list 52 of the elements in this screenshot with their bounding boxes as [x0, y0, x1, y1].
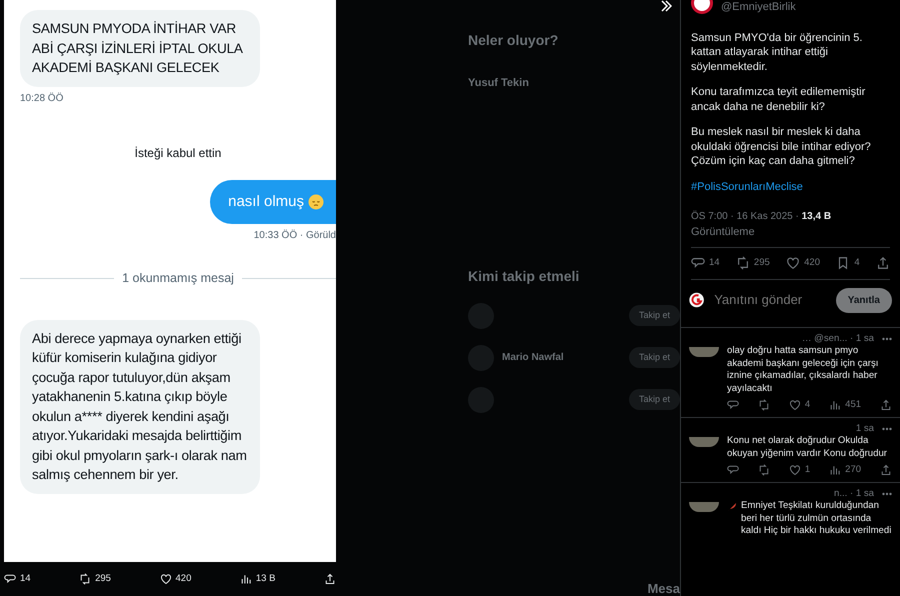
trend-name[interactable]: Yusuf Tekin [468, 75, 680, 92]
action-count: 420 [804, 256, 820, 270]
section-title: Neler oluyor? [468, 31, 560, 50]
avatar-photo-placeholder [689, 437, 719, 447]
account-name[interactable]: Mario Nawfal [502, 350, 621, 365]
share-icon[interactable] [324, 573, 336, 585]
account-handle[interactable]: @EmniyetBirlik [721, 0, 796, 14]
message-time: 10:28 ÖÖ [20, 92, 64, 106]
follow-button[interactable]: Takip et [628, 388, 680, 410]
reply-meta: n... · 1 sa [834, 488, 874, 500]
reply-text: olay doğru hatta samsun pmyo akademi başkanı geleceği için çarşı iznine çıkamadılar, çıksalardı haber yayılacaktı [727, 345, 880, 395]
tweet-text: Bu meslek nasıl bir meslek ki daha okuldaki öğrencisi bile intihar ediyor? Çözüm için kaç can daha gitmeli? [691, 125, 872, 168]
action-count: 451 [845, 399, 862, 412]
bar-chart-icon[interactable] [240, 573, 252, 585]
views-label: Görüntüleme [691, 224, 756, 239]
more-options-icon[interactable] [882, 336, 892, 341]
speech-bubble-icon[interactable] [4, 573, 16, 585]
more-options-icon[interactable] [882, 492, 892, 496]
reply-meta: 1 sa [856, 422, 874, 435]
repost-arrows-icon[interactable] [79, 573, 92, 585]
tweet-text: Konu tarafımızca teyit edilememiştir ancak daha ne denebilir ki? [691, 85, 866, 114]
more-options-icon[interactable] [882, 426, 892, 431]
avatar-photo-placeholder [689, 347, 719, 357]
action-count: 14 [20, 572, 31, 586]
follow-button[interactable]: Takip et [628, 346, 680, 368]
reply-meta: … @sen... · 1 sa [802, 332, 874, 345]
action-count: 14 [709, 256, 720, 270]
action-count: 420 [176, 572, 192, 586]
action-count: 1 [804, 464, 810, 476]
follow-button[interactable]: Takip et [628, 304, 680, 326]
section-title: Kimi takip etmeli [468, 266, 580, 286]
system-message: İsteği kabul ettin [134, 144, 222, 162]
action-count: 295 [754, 256, 770, 270]
action-count: 4 [854, 256, 860, 270]
action-count: 4 [804, 399, 810, 412]
reply-text: Emniyet Teşkilatı kurulduğundan beri her türlü zulmün ortasında kaldı Hiç bir hakkı hukuku verilmedi [741, 500, 892, 538]
message-text: nasıl olmuş [228, 192, 304, 212]
drawer-title[interactable]: Mesa [468, 578, 680, 596]
message-bubble: Abi derece yapmaya oynarken ettiği küfür komiserin kulağına gidiyor çocuğa rapor tutuluyor,dün akşam yatakhanenin 5.katına çıkıp böyle okulun a**** diyerek kendini aşağı atıyor.Yukaridaki mesajda belirttiğim gibi okul pmyoların şark-ı olarak nam salmış cehennem bir yer. [20, 320, 260, 494]
hashtag-link[interactable]: #PolisSorunlarıMeclise [691, 180, 890, 194]
message-bubble: SAMSUN PMYODA İNTİHAR VAR ABİ ÇARŞI İZİNLERİ İPTAL OKULA AKADEMİ BAŞKANI GELECEK [20, 10, 260, 86]
reply-text: Konu net olarak doğrudur Okulda okuyan yiğenim vardır Konu doğrudur [727, 435, 888, 460]
sad-emoji-icon [308, 194, 324, 210]
tweet-text: Samsun PMYO'da bir öğrencinin 5. kattan atlayarak intihar ettiği söylenmektedir. [691, 30, 864, 74]
expand-icon[interactable] [660, 0, 672, 12]
action-count: 295 [95, 572, 111, 586]
action-count: 270 [845, 464, 862, 476]
message-time: 10:33 ÖÖ · Görüld [252, 228, 336, 243]
action-count: 13 B [256, 572, 276, 586]
unread-divider-label: 1 okunmamış mesaj [122, 270, 234, 287]
avatar-photo-placeholder [689, 502, 719, 512]
tweet-meta: ÖS 7:00 · 16 Kas 2025 · 13,4 B [691, 210, 832, 224]
